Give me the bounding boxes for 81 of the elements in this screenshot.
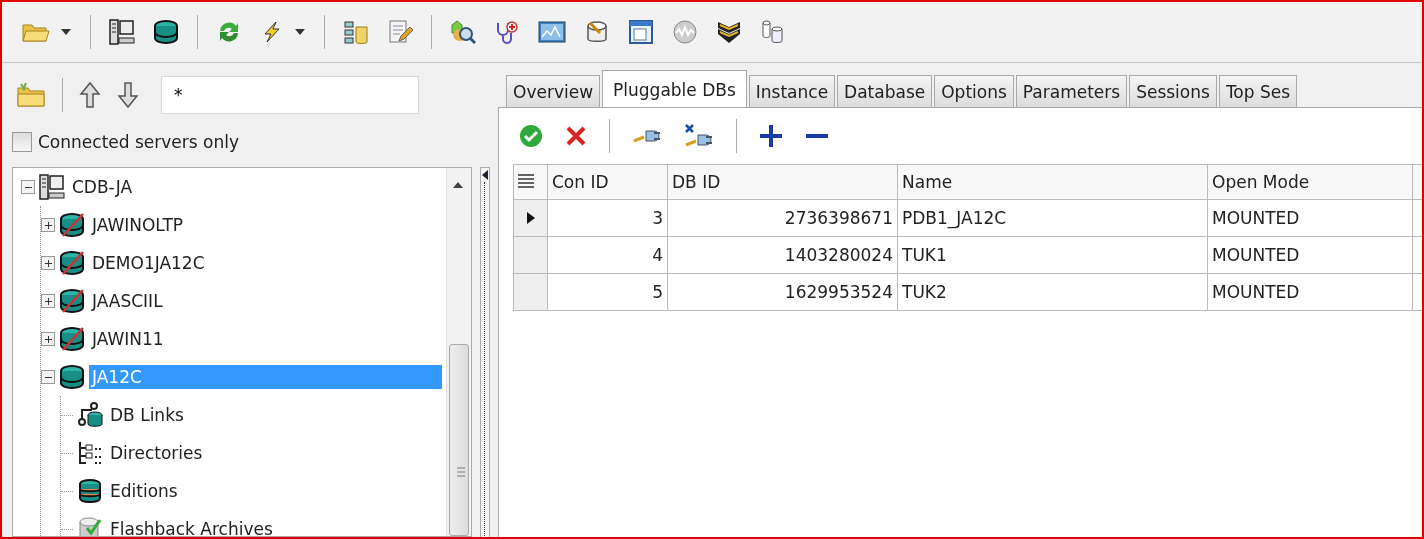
list-icon[interactable] bbox=[518, 174, 534, 188]
scrollbar[interactable] bbox=[446, 168, 471, 536]
table-cell: 3 bbox=[547, 199, 668, 237]
edit-document-icon[interactable] bbox=[387, 19, 413, 45]
column-header[interactable]: Open Mode bbox=[1207, 164, 1413, 200]
expand-toggle[interactable] bbox=[41, 332, 55, 346]
tab[interactable]: Overview bbox=[506, 75, 601, 107]
window-icon[interactable] bbox=[628, 19, 654, 45]
database-icon bbox=[59, 363, 85, 391]
server-icon bbox=[39, 173, 65, 201]
expand-toggle[interactable] bbox=[41, 256, 55, 270]
table-cell: 1629953524 bbox=[667, 273, 898, 311]
crossed-database-icon bbox=[59, 212, 85, 238]
collapse-arrow-icon[interactable] bbox=[482, 170, 488, 180]
crossed-database-icon bbox=[59, 250, 85, 276]
table-cell: MOUNTED bbox=[1207, 199, 1413, 237]
layered-shield-icon[interactable] bbox=[716, 19, 742, 45]
table-cell: 2736398671 bbox=[667, 199, 898, 237]
tree-item[interactable]: DB Links bbox=[107, 403, 187, 427]
collapse-toggle[interactable] bbox=[21, 180, 35, 194]
caret-icon[interactable] bbox=[60, 28, 72, 36]
check-icon[interactable] bbox=[519, 124, 543, 148]
crossed-database-icon bbox=[59, 326, 85, 352]
grip-icon bbox=[457, 467, 465, 477]
plus-icon[interactable] bbox=[759, 124, 783, 148]
row-indicator[interactable] bbox=[513, 199, 548, 237]
checkbox-label[interactable]: Connected servers only bbox=[38, 132, 239, 152]
column-header[interactable]: Con ID bbox=[547, 164, 668, 200]
database-links-icon bbox=[77, 402, 103, 428]
checked-cylinder-icon bbox=[77, 516, 103, 536]
server-icon[interactable] bbox=[109, 18, 135, 46]
layered-database-icon bbox=[77, 478, 103, 504]
tree-item[interactable]: JAWIN11 bbox=[89, 327, 167, 351]
up-arrow-icon[interactable] bbox=[79, 81, 101, 109]
unplug-icon[interactable] bbox=[684, 123, 714, 149]
directory-tree-icon bbox=[77, 440, 103, 466]
tree-item[interactable]: Flashback Archives bbox=[107, 517, 276, 536]
tree-item[interactable]: JAASCIIL bbox=[89, 289, 166, 313]
table-cell: PDB1_JA12C bbox=[897, 199, 1208, 237]
table-cell: 4 bbox=[547, 236, 668, 274]
tree-item[interactable]: DEMO1JA12C bbox=[89, 251, 208, 275]
close-icon[interactable] bbox=[565, 125, 587, 147]
tab[interactable]: Instance bbox=[748, 75, 836, 107]
expand-toggle[interactable] bbox=[41, 294, 55, 308]
search-database-icon[interactable] bbox=[450, 19, 476, 45]
table-cell: TUK1 bbox=[897, 236, 1208, 274]
tab[interactable]: Top Ses bbox=[1218, 75, 1298, 107]
column-header[interactable]: Name bbox=[897, 164, 1208, 200]
collapse-toggle[interactable] bbox=[41, 370, 55, 384]
tab[interactable]: Sessions bbox=[1129, 75, 1217, 107]
column-header[interactable]: DB ID bbox=[667, 164, 898, 200]
cylinders-icon[interactable] bbox=[760, 19, 786, 45]
scroll-up-icon[interactable] bbox=[453, 182, 463, 188]
table-cell: 5 bbox=[547, 273, 668, 311]
tab[interactable]: Database bbox=[837, 75, 933, 107]
crossed-database-icon bbox=[59, 288, 85, 314]
current-row-icon bbox=[526, 212, 535, 224]
column-chooser-cell[interactable] bbox=[513, 164, 548, 200]
tree-item[interactable]: CDB-JA bbox=[69, 175, 136, 199]
down-arrow-icon[interactable] bbox=[117, 81, 139, 109]
tree-item[interactable]: JAWINOLTP bbox=[89, 213, 187, 237]
table-cell: TUK2 bbox=[897, 273, 1208, 311]
table-cell: 1403280024 bbox=[667, 236, 898, 274]
filter-field[interactable]: * bbox=[161, 76, 419, 114]
checkbox[interactable] bbox=[12, 132, 32, 152]
tab[interactable]: Pluggable DBs bbox=[602, 70, 747, 108]
tree-item[interactable]: Directories bbox=[107, 441, 206, 465]
chart-window-icon[interactable] bbox=[538, 20, 566, 44]
caret-icon[interactable] bbox=[294, 28, 306, 36]
folder-icon[interactable] bbox=[22, 21, 50, 43]
database-icon[interactable] bbox=[153, 18, 179, 46]
wave-circle-icon[interactable] bbox=[672, 19, 698, 45]
tab[interactable]: Options bbox=[934, 75, 1014, 107]
database-edit-icon[interactable] bbox=[584, 19, 610, 45]
table-cell: MOUNTED bbox=[1207, 273, 1413, 311]
tab[interactable]: Parameters bbox=[1015, 75, 1128, 107]
tree-item[interactable]: Editions bbox=[107, 479, 181, 503]
stethoscope-icon[interactable] bbox=[494, 19, 520, 45]
schema-icon[interactable] bbox=[343, 19, 369, 45]
expand-toggle[interactable] bbox=[41, 218, 55, 232]
table-cell: MOUNTED bbox=[1207, 236, 1413, 274]
